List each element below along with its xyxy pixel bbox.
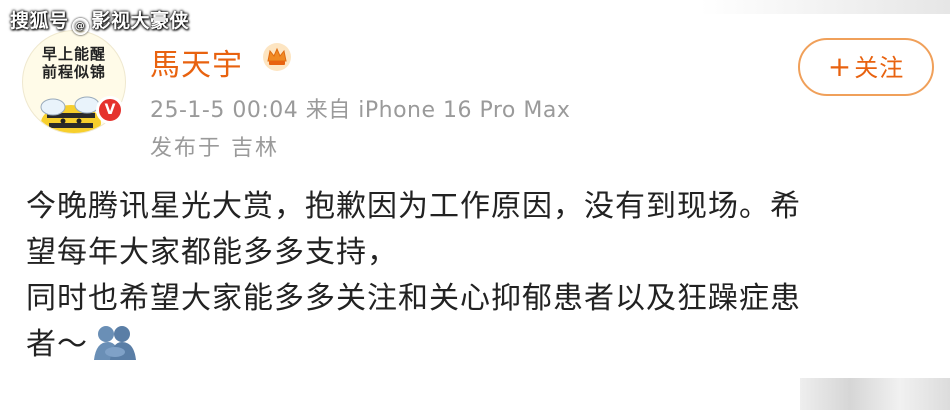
username[interactable]: 馬天宇	[150, 40, 243, 84]
post-location: 发布于 吉林	[150, 136, 279, 161]
crown-icon	[263, 43, 291, 71]
top-fade	[700, 0, 950, 14]
watermark-handle: 影视大豪侠	[91, 10, 190, 32]
blurred-region	[800, 378, 950, 410]
post-line: 今晚腾讯星光大赏，抱歉因为工作原因，没有到现场。希	[26, 189, 801, 224]
watermark: 搜狐号 @ 影视大豪侠	[10, 6, 189, 35]
sohu-paw-icon: @	[71, 18, 89, 35]
plus-icon: +	[827, 50, 853, 83]
follow-button[interactable]: +关注	[798, 38, 934, 96]
post-content: 今晚腾讯星光大赏，抱歉因为工作原因，没有到现场。希 望每年大家都能多多支持， 同…	[26, 184, 931, 368]
avatar-text: 早上能醒 前程似锦	[41, 45, 106, 81]
weibo-post-screenshot: 搜狐号 @ 影视大豪侠 早上能醒 前程似锦 V 馬天宇 25-1-5 00:04 来…	[0, 0, 950, 410]
post-line-last: 者～	[26, 322, 931, 368]
post-meta: 25-1-5 00:04 来自 iPhone 16 Pro Max	[150, 98, 571, 123]
follow-button-label: 关注	[854, 54, 905, 82]
post-line: 同时也希望大家能多多关注和关心抑郁患者以及狂躁症患	[26, 281, 801, 316]
watermark-prefix: 搜狐号	[10, 10, 69, 32]
hug-emoji-icon	[94, 326, 136, 360]
verified-icon: V	[96, 96, 124, 124]
post-line: 望每年大家都能多多支持，	[26, 235, 398, 270]
